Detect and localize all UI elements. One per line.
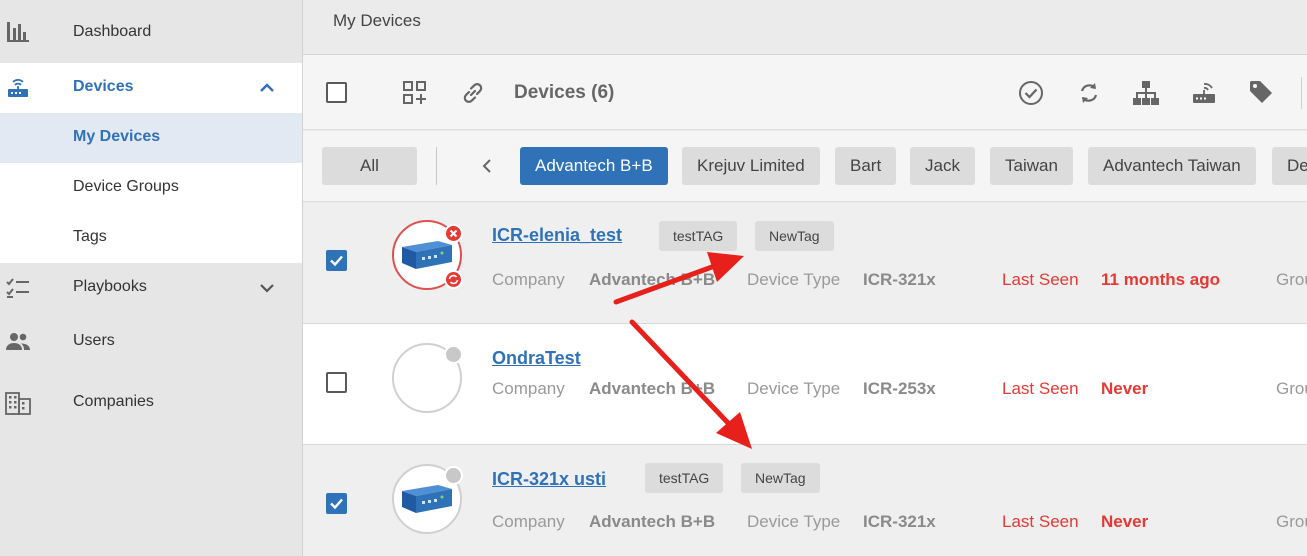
filter-company-chip[interactable]: Krejuv Limited [682, 147, 820, 185]
sidebar-subitem-tags[interactable]: Tags [0, 213, 302, 263]
router-icon [4, 74, 32, 102]
row-checkbox[interactable] [326, 372, 347, 393]
bar-chart-icon [4, 18, 32, 46]
device-tag[interactable]: NewTag [741, 463, 820, 493]
sidebar-subitem-label: Tags [73, 228, 107, 245]
group-label: Grou [1276, 379, 1307, 398]
devices-count-title: Devices (6) [514, 82, 615, 103]
device-type-label: Device Type [747, 270, 841, 289]
company-value: Advantech B+B [589, 512, 716, 531]
sidebar-item-playbooks[interactable]: Playbooks [0, 263, 302, 313]
company-value: Advantech B+B [589, 379, 716, 398]
device-tag[interactable]: testTAG [645, 463, 724, 493]
company-label: Company [492, 379, 565, 398]
divider [436, 147, 437, 185]
tag-icon[interactable] [1246, 77, 1276, 107]
main-content: My Devices Devices (6) All Advantech B+B… [303, 0, 1307, 556]
row-checkbox[interactable] [326, 250, 347, 271]
check-circle-icon[interactable] [1016, 78, 1046, 108]
devices-toolbar: Devices (6) [303, 55, 1307, 130]
sidebar-subitem-label: My Devices [73, 128, 161, 145]
sidebar-subitem-label: Device Groups [73, 178, 179, 195]
filter-company-chip[interactable]: Advantech B+B [520, 147, 668, 185]
group-label: Grou [1276, 270, 1307, 289]
device-name-link[interactable]: ICR-321x usti [492, 469, 606, 490]
sidebar-item-label: Playbooks [73, 278, 147, 295]
device-name-link[interactable]: ICR-elenia_test [492, 225, 622, 246]
device-avatar [392, 464, 463, 534]
filter-company-chip[interactable]: Taiwan [990, 147, 1073, 185]
users-icon [4, 328, 32, 356]
link-icon[interactable] [458, 78, 488, 108]
status-dot-icon [444, 345, 463, 364]
sidebar-item-label: Companies [73, 393, 154, 410]
sidebar-item-companies[interactable]: Companies [0, 378, 302, 428]
sidebar-item-devices[interactable]: Devices [0, 63, 302, 113]
chevron-up-icon[interactable] [255, 76, 279, 100]
device-type-label: Device Type [747, 512, 841, 531]
router-icon[interactable] [1189, 78, 1219, 108]
sidebar-item-label: Users [73, 332, 115, 349]
sidebar-item-users[interactable]: Users [0, 318, 302, 368]
device-type-value: ICR-321x [863, 270, 936, 289]
company-label: Company [492, 512, 565, 531]
device-type-label: Device Type [747, 379, 841, 398]
chevron-down-icon[interactable] [255, 276, 279, 300]
chevron-left-icon[interactable] [475, 154, 499, 178]
device-row[interactable]: ICR-elenia_test testTAG NewTag Company A… [303, 203, 1307, 324]
last-seen-value: 11 months ago [1101, 270, 1221, 289]
company-value: Advantech B+B [589, 270, 716, 289]
status-dot-icon [444, 466, 463, 485]
building-icon [4, 389, 32, 417]
router-device-image [398, 481, 456, 522]
checklist-icon [4, 274, 32, 302]
device-tag[interactable]: NewTag [755, 221, 834, 251]
filter-company-chip[interactable]: Jack [910, 147, 975, 185]
last-seen-label: Last Seen [1002, 379, 1079, 398]
toolbar-divider [1301, 77, 1302, 109]
device-name-link[interactable]: OndraTest [492, 348, 581, 369]
company-filter-bar: All Advantech B+B Krejuv Limited Bart Ja… [303, 131, 1307, 202]
select-all-checkbox[interactable] [326, 82, 347, 103]
device-type-value: ICR-321x [863, 512, 936, 531]
last-seen-value: Never [1101, 512, 1149, 531]
sidebar-subitem-my-devices[interactable]: My Devices [0, 113, 302, 163]
sidebar-item-label: Dashboard [73, 23, 152, 40]
device-avatar [392, 343, 463, 413]
row-checkbox[interactable] [326, 493, 347, 514]
last-seen-value: Never [1101, 379, 1149, 398]
last-seen-label: Last Seen [1002, 270, 1079, 289]
device-row[interactable]: ICR-321x usti testTAG NewTag Company Adv… [303, 445, 1307, 556]
add-grid-icon[interactable] [400, 78, 430, 108]
sidebar-subitem-device-groups[interactable]: Device Groups [0, 163, 302, 213]
close-status-icon [444, 224, 463, 243]
device-row[interactable]: OndraTest Company Advantech B+B Device T… [303, 324, 1307, 445]
filter-all-chip[interactable]: All [322, 147, 417, 185]
sync-icon[interactable] [1074, 78, 1104, 108]
device-avatar [392, 220, 463, 290]
device-tag[interactable]: testTAG [659, 221, 738, 251]
device-type-value: ICR-253x [863, 379, 936, 398]
filter-company-chip[interactable]: Advantech Taiwan [1088, 147, 1256, 185]
sidebar-item-label: Devices [73, 78, 134, 95]
sidebar: Dashboard Devices My Devices Device Grou… [0, 0, 303, 556]
sidebar-item-dashboard[interactable]: Dashboard [0, 12, 302, 52]
company-label: Company [492, 270, 565, 289]
last-seen-label: Last Seen [1002, 512, 1079, 531]
hierarchy-icon[interactable] [1131, 78, 1161, 108]
breadcrumb: My Devices [333, 11, 421, 30]
sync-error-icon [444, 270, 463, 289]
filter-company-chip[interactable]: De [1272, 147, 1307, 185]
group-label: Grou [1276, 512, 1307, 531]
filter-company-chip[interactable]: Bart [835, 147, 897, 185]
